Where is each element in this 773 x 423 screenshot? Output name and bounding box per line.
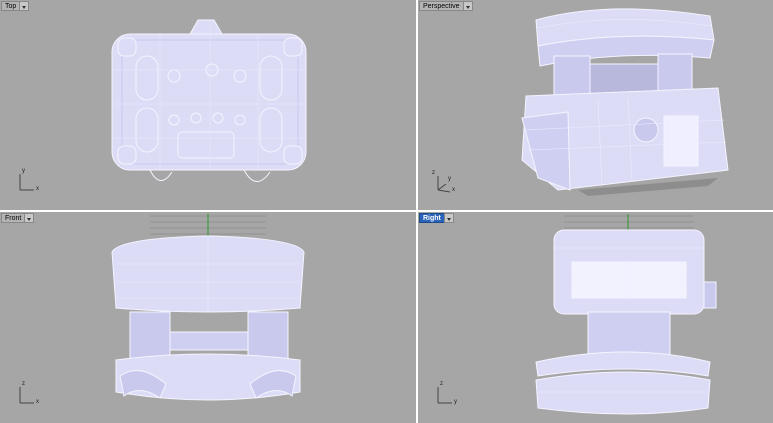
axis-label-z: z [22,381,25,387]
viewport-right[interactable]: Right z y [418,212,773,423]
model-front-view[interactable] [0,212,416,423]
axis-label-z: z [432,170,435,176]
model-top-view[interactable] [0,0,416,210]
viewport-top[interactable]: Top y x [0,0,416,210]
axis-label-y: y [22,168,25,174]
axis-indicator: z x [14,381,44,407]
axis-label-x: x [36,399,39,405]
viewport-perspective[interactable]: Perspective z y x [418,0,773,210]
axis-indicator: y x [14,168,44,194]
axis-label-y: y [448,176,451,182]
axis-label-x: x [36,186,39,192]
model-perspective-view[interactable] [418,0,773,210]
axis-label-x: x [452,187,455,193]
axis-label-z: z [440,381,443,387]
axis-label-y: y [454,399,457,405]
axis-indicator: z y [432,381,462,407]
viewport-grid: Top y x Perspective z y x Front z x Righ… [0,0,773,423]
viewport-front[interactable]: Front z x [0,212,416,423]
model-right-view[interactable] [418,212,773,423]
axis-indicator: z y x [432,168,462,194]
